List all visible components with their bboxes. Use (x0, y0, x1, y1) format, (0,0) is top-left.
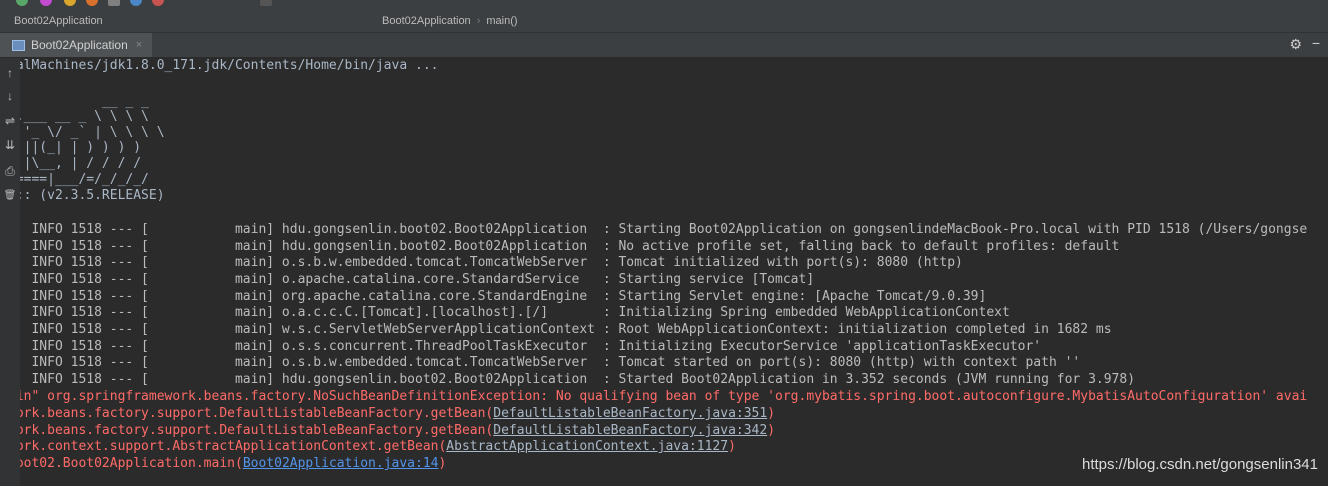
breadcrumb-method[interactable]: main() (486, 15, 517, 27)
sdk-icon[interactable] (260, 0, 272, 6)
scroll-down-icon[interactable]: ↓ (0, 89, 20, 103)
log-line: 0 INFO 1518 --- [ main] o.s.s.concurrent… (20, 339, 1042, 354)
project-breadcrumb[interactable]: Boot02Application (14, 15, 103, 27)
hide-icon[interactable]: − (1312, 35, 1320, 51)
exception-line: ain" org.springframework.beans.factory.N… (20, 389, 1308, 404)
stacktrace-method: boot02.Boot02Application.main( (20, 456, 243, 471)
stacktrace-link[interactable]: Boot02Application.java:14 (243, 456, 439, 471)
banner-line: :: (v2.3.5.RELEASE) (20, 188, 165, 203)
stacktrace-method: work.beans.factory.support.DefaultListab… (20, 423, 494, 438)
debug-icon[interactable] (40, 0, 52, 6)
top-navigation-bar: Boot02Application Boot02Application › main… (0, 0, 1328, 33)
stacktrace-line: work.context.support.AbstractApplication… (20, 439, 736, 456)
soft-wrap-icon[interactable]: ⇌ (0, 114, 20, 128)
trash-icon[interactable]: 🗑 (0, 189, 20, 203)
log-line: 0 INFO 1518 --- [ main] o.a.c.c.C.[Tomca… (20, 305, 1010, 320)
log-line: 4 INFO 1518 --- [ main] hdu.gongsenlin.b… (20, 222, 1308, 237)
watermark: https://blog.csdn.net/gongsenlin341 (1081, 456, 1318, 473)
run-tab[interactable]: Boot02Application × (0, 33, 153, 57)
profile-icon[interactable] (86, 0, 98, 6)
stacktrace-close: ) (767, 423, 776, 438)
stacktrace-line: boot02.Boot02Application.main(Boot02Appl… (20, 456, 446, 473)
log-line: 3 INFO 1518 --- [ main] hdu.gongsenlin.b… (20, 372, 1136, 387)
console-toolbar: ↑ ↓ ⇌ ⇊ ⎙ 🗑 (0, 58, 20, 486)
stacktrace-link[interactable]: DefaultListableBeanFactory.java:351 (493, 406, 767, 421)
banner-line: =====|___/=/_/_/_/ (20, 172, 149, 187)
gear-icon[interactable]: ⚙ (1289, 36, 1302, 53)
update-icon[interactable] (130, 0, 142, 6)
close-icon[interactable]: × (136, 39, 142, 51)
run-tab-label: Boot02Application (31, 38, 128, 52)
stacktrace-method: work.context.support.AbstractApplication… (20, 439, 447, 454)
command-line: ualMachines/jdk1.8.0_171.jdk/Contents/Ho… (20, 58, 439, 73)
stacktrace-line: work.beans.factory.support.DefaultListab… (20, 423, 775, 440)
log-line: 0 INFO 1518 --- [ main] w.s.c.ServletWeb… (20, 322, 1112, 337)
log-line: 0 INFO 1518 --- [ main] o.apache.catalin… (20, 272, 815, 287)
log-line: 7 INFO 1518 --- [ main] o.s.b.w.embedded… (20, 255, 963, 270)
build-icon[interactable] (108, 0, 120, 6)
scroll-up-icon[interactable]: ↑ (0, 66, 20, 80)
breadcrumb-separator: › (476, 15, 481, 27)
stop-icon[interactable] (152, 0, 164, 6)
stacktrace-line: work.beans.factory.support.DefaultListab… (20, 406, 775, 423)
log-line: 3 INFO 1518 --- [ main] o.s.b.w.embedded… (20, 355, 1081, 370)
stacktrace-link[interactable]: AbstractApplicationContext.java:1127 (446, 439, 728, 454)
stacktrace-close: ) (438, 456, 447, 471)
log-line: 0 INFO 1518 --- [ main] hdu.gongsenlin.b… (20, 239, 1120, 254)
scroll-to-end-icon[interactable]: ⇊ (0, 138, 20, 152)
stacktrace-method: work.beans.factory.support.DefaultListab… (20, 406, 494, 421)
editor-breadcrumb[interactable]: Boot02Application › main() (382, 15, 518, 27)
banner-line: | |\__, | / / / / (20, 156, 142, 171)
stacktrace-close: ) (767, 406, 776, 421)
toolbar-icons (0, 0, 300, 11)
run-tool-window-header: Boot02Application × ⚙ − (0, 33, 1328, 58)
print-icon[interactable]: ⎙ (0, 164, 20, 178)
stacktrace-close: ) (728, 439, 736, 454)
banner-line: .___ __ _ \ \ \ \ (20, 109, 149, 124)
breadcrumb-class[interactable]: Boot02Application (382, 15, 471, 27)
stacktrace-link[interactable]: DefaultListableBeanFactory.java:342 (493, 423, 767, 438)
banner-line: | ||(_| | ) ) ) ) (20, 140, 142, 155)
coverage-icon[interactable] (64, 0, 76, 6)
log-line: 0 INFO 1518 --- [ main] org.apache.catal… (20, 289, 987, 304)
console-icon (12, 39, 25, 51)
console-output[interactable]: ualMachines/jdk1.8.0_171.jdk/Contents/Ho… (20, 58, 1328, 486)
run-icon[interactable] (16, 0, 28, 6)
